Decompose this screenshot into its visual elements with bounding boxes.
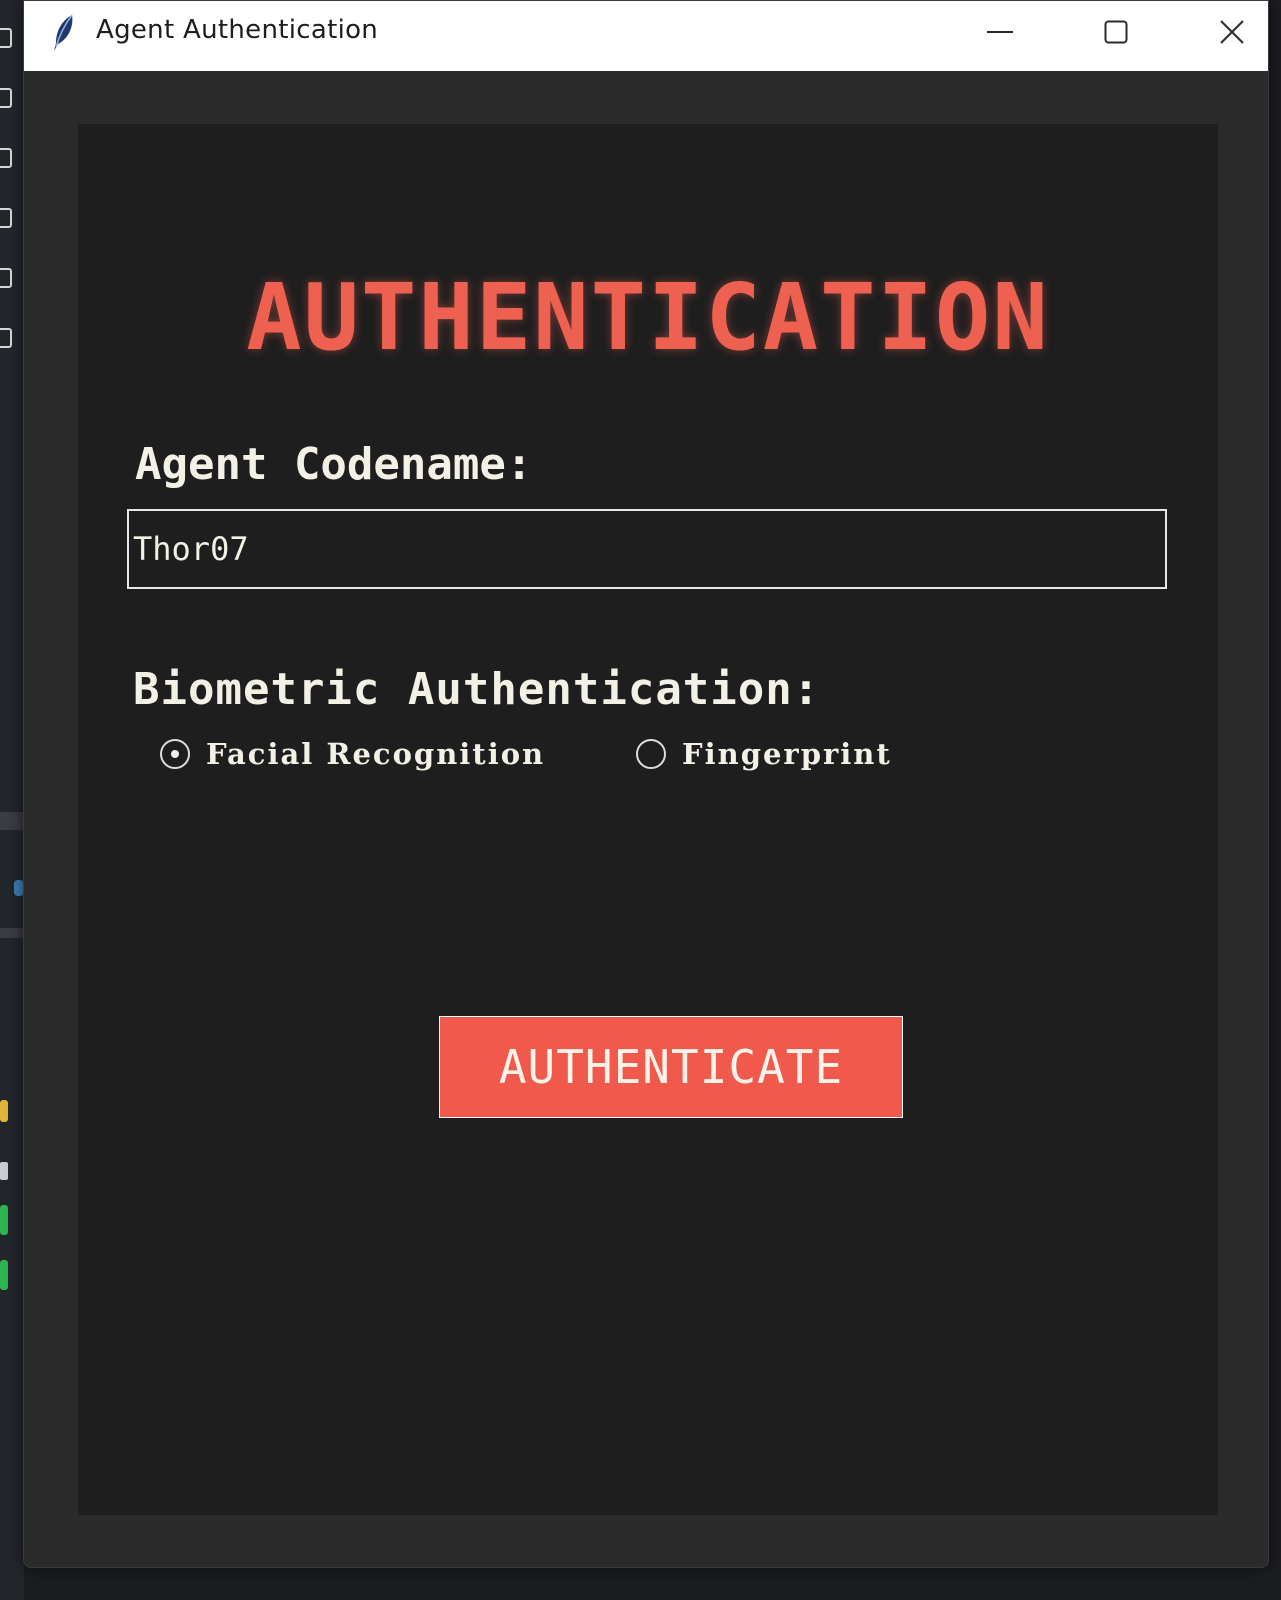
authenticate-button[interactable]: AUTHENTICATE: [439, 1016, 903, 1118]
radio-unselected-icon[interactable]: [636, 739, 666, 769]
minimize-icon: [987, 31, 1013, 33]
page-title: AUTHENTICATION: [246, 264, 1050, 371]
window-title: Agent Authentication: [96, 15, 379, 45]
background-checkbox-icon: [0, 88, 12, 108]
facial-recognition-radio[interactable]: Facial Recognition: [160, 731, 545, 777]
background-file-icon: [0, 1260, 8, 1290]
biometric-label: Biometric Authentication:: [133, 664, 821, 715]
facial-recognition-label[interactable]: Facial Recognition: [206, 737, 545, 771]
fingerprint-label[interactable]: Fingerprint: [682, 737, 892, 771]
maximize-button[interactable]: [1058, 1, 1174, 63]
fingerprint-radio[interactable]: Fingerprint: [636, 731, 892, 777]
background-bar: [0, 812, 24, 830]
app-window: Agent Authentication AUTHENTICATION Agen…: [23, 0, 1269, 1568]
codename-input[interactable]: [127, 509, 1167, 589]
codename-label: Agent Codename:: [135, 439, 533, 490]
auth-panel: AUTHENTICATION Agent Codename: Biometric…: [78, 124, 1218, 1515]
maximize-icon: [1104, 20, 1128, 44]
minimize-button[interactable]: [942, 1, 1058, 63]
background-checkbox-icon: [0, 268, 12, 288]
background-checkbox-icon: [0, 148, 12, 168]
background-desktop-right: [1268, 0, 1281, 1600]
background-bar: [0, 928, 24, 938]
background-file-icon: [0, 1205, 8, 1235]
background-checkbox-icon: [0, 28, 12, 48]
close-icon: [1220, 20, 1244, 44]
radio-selected-icon[interactable]: [160, 739, 190, 769]
title-bar[interactable]: Agent Authentication: [24, 1, 1268, 71]
feather-icon: [54, 14, 73, 51]
background-file-icon: [0, 1162, 8, 1180]
close-button[interactable]: [1174, 1, 1268, 63]
biometric-radio-group: Facial Recognition Fingerprint: [160, 731, 1060, 777]
background-checkbox-icon: [0, 208, 12, 228]
background-desktop: [0, 0, 24, 1600]
background-file-icon: [0, 1100, 8, 1122]
background-checkbox-icon: [0, 328, 12, 348]
